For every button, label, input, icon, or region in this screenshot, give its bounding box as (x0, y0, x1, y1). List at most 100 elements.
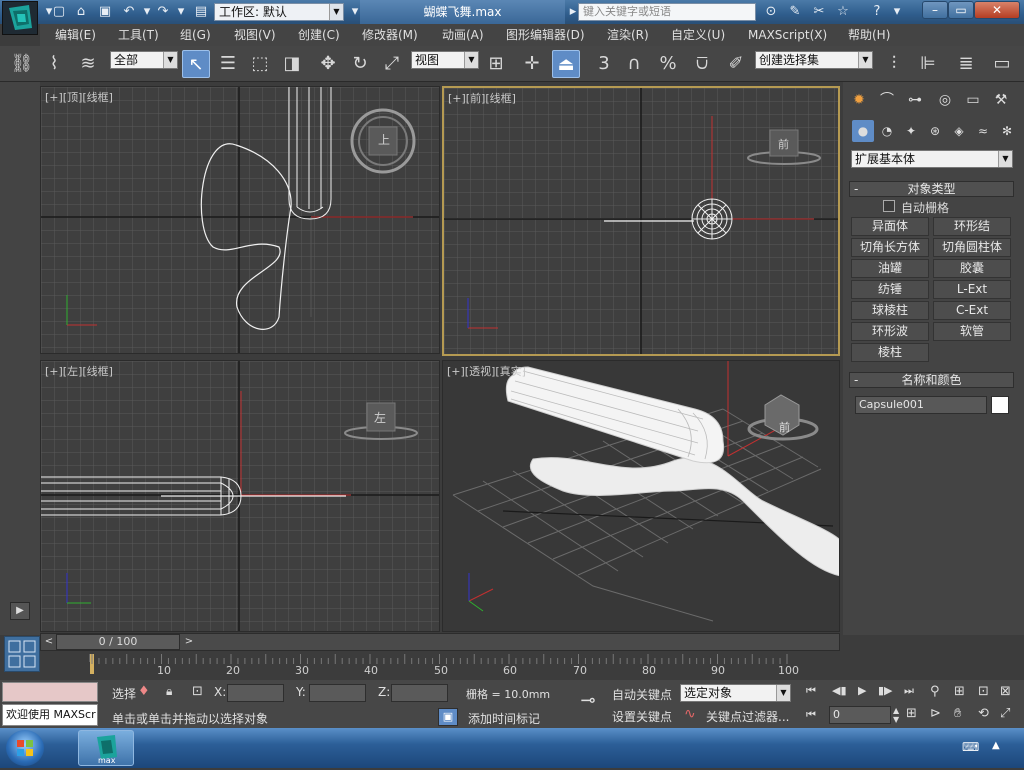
spinner-snap-icon[interactable]: ⩂ (688, 50, 716, 78)
object-type-rollout-header[interactable]: - 对象类型 (849, 181, 1014, 197)
time-slider-thumb[interactable]: 0 / 100 (56, 634, 180, 650)
primitive-button-chamfer-cyl[interactable]: 切角圆柱体 (933, 238, 1011, 257)
redo-dropdown-icon[interactable]: ▾ (172, 3, 190, 21)
mirror-icon[interactable]: ⫶ (880, 50, 908, 78)
time-prev-icon[interactable]: < (42, 634, 56, 650)
display-tab-icon[interactable]: ▭ (960, 88, 986, 112)
pivot-center-icon[interactable]: ⊞ (482, 50, 510, 78)
viewcube-top-face[interactable]: 上 (378, 131, 390, 148)
select-scale-icon[interactable]: ⤢ (378, 50, 406, 78)
menu-modifiers[interactable]: 修改器(M) (358, 26, 422, 44)
systems-icon[interactable]: ✻ (996, 120, 1018, 142)
viewcube-front-face[interactable]: 前 (778, 136, 789, 152)
autogrid-checkbox[interactable] (883, 200, 895, 212)
play-icon[interactable]: ▶ (858, 684, 866, 697)
named-selection-set-dropdown[interactable]: 创建选择集 ▼ (755, 51, 873, 69)
object-name-field[interactable]: Capsule001 (855, 396, 987, 414)
time-config-icon[interactable]: ⊞ (906, 706, 917, 721)
viewcube-perspective-face[interactable]: 前 (779, 419, 790, 435)
help-dropdown-icon[interactable]: ▾ (888, 3, 906, 21)
maxscript-welcome[interactable]: 欢迎使用 MAXScr (2, 704, 98, 726)
select-object-icon[interactable]: ↖ (182, 50, 210, 78)
viewport-label-perspective[interactable]: [+][透视][真实] (447, 363, 526, 379)
field-of-view-icon[interactable]: ⊳ (930, 706, 941, 721)
geometry-icon[interactable]: ● (852, 120, 874, 142)
maxscript-listener-mini[interactable] (2, 682, 98, 702)
graphite-ribbon-icon[interactable]: ▭ (988, 50, 1016, 78)
menu-help[interactable]: 帮助(H) (844, 26, 894, 44)
orbit-icon[interactable]: ⟲ (978, 706, 989, 721)
helpers-icon[interactable]: ◈ (948, 120, 970, 142)
name-color-rollout-header[interactable]: - 名称和颜色 (849, 372, 1014, 388)
save-file-icon[interactable]: ▣ (96, 3, 114, 21)
undo-icon[interactable]: ↶ (120, 3, 138, 21)
lights-icon[interactable]: ✦ (900, 120, 922, 142)
layer-manager-icon[interactable]: ≣ (952, 50, 980, 78)
shapes-icon[interactable]: ◔ (876, 120, 898, 142)
viewport-label-top[interactable]: [+][顶][线框] (45, 89, 113, 105)
menu-group[interactable]: 组(G) (176, 26, 215, 44)
align-icon[interactable]: ⊫ (914, 50, 942, 78)
set-key-icon[interactable]: ⊸ (570, 690, 606, 718)
menu-maxscript[interactable]: MAXScript(X) (744, 26, 831, 44)
key-mode-toggle-icon[interactable]: ⏮ (806, 708, 816, 722)
key-mode-dropdown[interactable]: 选定对象 ▼ (680, 684, 791, 702)
primitive-button-chamfer-box[interactable]: 切角长方体 (851, 238, 929, 257)
utilities-tab-icon[interactable]: ⚒ (988, 88, 1014, 112)
keyboard-shortcut-override-icon[interactable]: ⏏ (552, 50, 580, 78)
primitive-button-ringwave[interactable]: 环形波 (851, 322, 929, 341)
menu-create[interactable]: 创建(C) (294, 26, 344, 44)
rectangular-selection-icon[interactable]: ⬚ (246, 50, 274, 78)
add-time-tag-label[interactable]: 添加时间标记 (468, 710, 540, 727)
redo-icon[interactable]: ↷ (154, 3, 172, 21)
menu-tools[interactable]: 工具(T) (114, 26, 163, 44)
primitive-button-gengon[interactable]: 球棱柱 (851, 301, 929, 320)
frame-spinner-icon[interactable]: ▲ ▼ (893, 706, 899, 724)
binoculars-icon[interactable]: ⊙ (762, 3, 780, 21)
pan-view-icon[interactable]: ✋︎ (954, 706, 961, 721)
absolute-mode-icon[interactable]: ⊡ (192, 684, 203, 699)
primitive-button-capsule[interactable]: 胶囊 (933, 259, 1011, 278)
z-coord-field[interactable] (391, 684, 448, 702)
current-frame-field[interactable]: 0 (829, 706, 891, 724)
maximize-button[interactable]: ▭ (948, 1, 974, 19)
previous-frame-icon[interactable]: ◀▮ (832, 684, 847, 697)
tray-expand-icon[interactable]: ▲ (992, 740, 1000, 751)
isolate-selection-icon[interactable]: ♦ (138, 684, 150, 699)
goto-end-icon[interactable]: ⏭ (904, 684, 914, 698)
viewport-layout-icon[interactable] (4, 636, 40, 672)
window-crossing-icon[interactable]: ◨ (278, 50, 306, 78)
select-move-icon[interactable]: ✥ (314, 50, 342, 78)
viewport-left[interactable]: [+][左][线框] 左 (40, 360, 440, 632)
snaps-toggle-icon[interactable]: 3 (590, 50, 618, 78)
cameras-icon[interactable]: ⊛ (924, 120, 946, 142)
percent-snap-icon[interactable]: % (654, 50, 682, 78)
primitive-button-prism[interactable]: 棱柱 (851, 343, 929, 362)
primitive-button-torus-knot[interactable]: 环形结 (933, 217, 1011, 236)
expand-panel-icon[interactable]: ▶ (10, 602, 30, 620)
select-by-name-icon[interactable]: ☰ (214, 50, 242, 78)
create-tab-icon[interactable]: ✹ (846, 88, 872, 112)
select-rotate-icon[interactable]: ↻ (346, 50, 374, 78)
zoom-extents-all-icon[interactable]: ⊠ (1000, 684, 1011, 699)
menu-edit[interactable]: 编辑(E) (51, 26, 100, 44)
next-frame-icon[interactable]: ▮▶ (878, 684, 893, 697)
goto-start-icon[interactable]: ⏮ (806, 684, 816, 698)
auto-key-button[interactable]: 自动关键点 (612, 686, 672, 703)
viewport-label-left[interactable]: [+][左][线框] (45, 363, 113, 379)
selection-lock-icon[interactable]: 🔒︎ (166, 684, 172, 699)
project-folder-icon[interactable]: ▤ (192, 3, 210, 21)
key-filters-button[interactable]: 关键点过滤器... (706, 708, 789, 725)
viewcube-left-face[interactable]: 左 (374, 409, 386, 426)
modify-tab-icon[interactable]: ⌒ (874, 88, 900, 112)
y-coord-field[interactable] (309, 684, 366, 702)
menu-animation[interactable]: 动画(A) (438, 26, 488, 44)
viewport-perspective[interactable]: [+][透视][真实] 前 (442, 360, 840, 632)
hierarchy-tab-icon[interactable]: ⊶ (902, 88, 928, 112)
primitive-button-l-ext[interactable]: L-Ext (933, 280, 1011, 299)
start-button[interactable] (6, 730, 44, 766)
close-button[interactable]: ✕ (974, 1, 1020, 19)
reference-coordinate-dropdown[interactable]: 视图 ▼ (411, 51, 479, 69)
zoom-icon[interactable]: ⚲ (930, 684, 940, 699)
angle-snap-icon[interactable]: ∩ (620, 50, 648, 78)
